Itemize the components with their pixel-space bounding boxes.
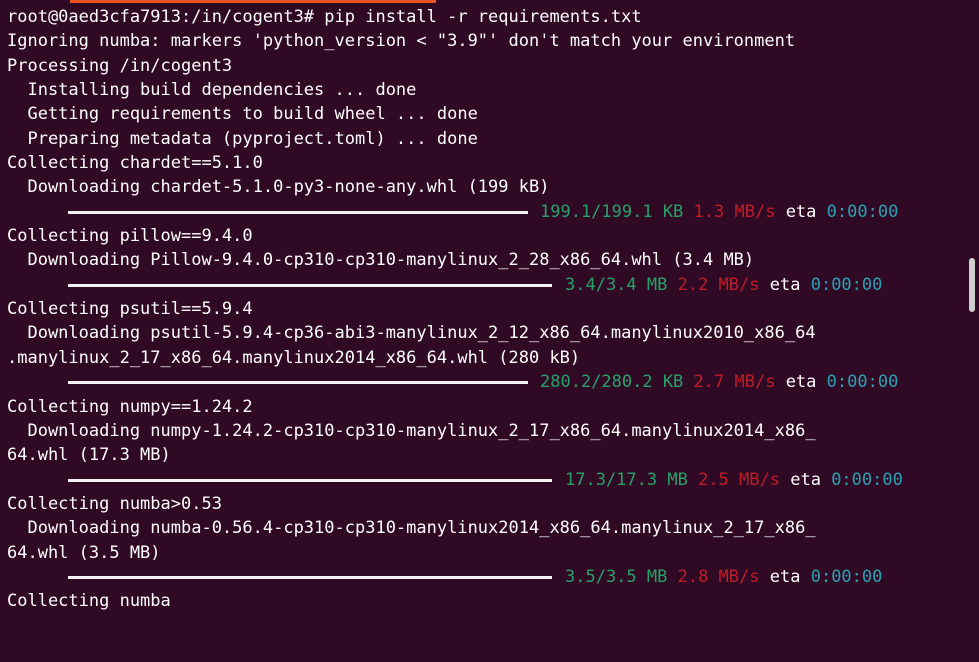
download-size: 3.5/3.5 MB [565,566,668,587]
download-speed: 2.8 MB/s [677,566,760,587]
download-size: 199.1/199.1 KB [540,201,684,222]
output-line: Processing /in/cogent3 [7,55,233,76]
progress-bar [68,210,528,214]
output-line: Collecting numba>0.53 [7,493,222,514]
output-line: Ignoring numba: markers 'python_version … [7,31,796,52]
progress-bar [68,381,528,385]
progress-bar [68,283,552,287]
output-line: 64.whl (17.3 MB) [7,445,171,466]
output-line: Preparing metadata (pyproject.toml) ... … [7,128,478,149]
output-line: Downloading numba-0.56.4-cp310-cp310-man… [7,518,816,539]
progress-stats: 3.5/3.5 MB 2.8 MB/s eta 0:00:00 [565,565,882,589]
terminal-tab-bar [0,0,979,3]
output-line: Downloading numpy-1.24.2-cp310-cp310-man… [7,420,816,441]
download-size: 17.3/17.3 MB [565,469,688,490]
eta-time: 0:00:00 [810,566,883,587]
download-size: 3.4/3.4 MB [565,274,668,295]
download-speed: 2.2 MB/s [677,274,760,295]
eta-time: 0:00:00 [810,274,883,295]
output-line: Collecting numba [7,591,171,612]
eta-label: eta [769,274,801,295]
command-line: root@0aed3cfa7913:/in/cogent3# pip insta… [7,7,642,27]
output-line: Downloading psutil-5.9.4-cp36-abi3-manyl… [7,323,816,344]
progress-bar [68,478,552,482]
output-line: Collecting numpy==1.24.2 [7,396,253,417]
progress-bar-fill [68,283,552,287]
progress-bar-fill [68,210,528,214]
terminal-output[interactable]: root@0aed3cfa7913:/in/cogent3# pip insta… [0,5,970,614]
eta-time: 0:00:00 [831,469,903,490]
progress-bar-fill [68,575,552,579]
download-progress-row: 199.1/199.1 KB 1.3 MB/s eta 0:00:00 [0,200,970,224]
eta-label: eta [769,566,801,587]
download-speed: 1.3 MB/s [693,201,776,222]
active-tab-indicator[interactable] [70,0,436,3]
output-line: 64.whl (3.5 MB) [7,542,161,563]
eta-time: 0:00:00 [826,372,899,393]
output-line: Downloading chardet-5.1.0-py3-none-any.w… [7,177,550,198]
progress-stats: 280.2/280.2 KB 2.7 MB/s eta 0:00:00 [540,370,898,394]
download-size: 280.2/280.2 KB [540,372,684,393]
output-line: Collecting pillow==9.4.0 [7,226,253,247]
download-speed: 2.5 MB/s [698,469,780,490]
eta-time: 0:00:00 [826,201,899,222]
eta-label: eta [785,201,817,222]
progress-bar [68,575,552,579]
download-progress-row: 3.4/3.4 MB 2.2 MB/s eta 0:00:00 [0,273,970,297]
download-speed: 2.7 MB/s [693,372,776,393]
progress-stats: 3.4/3.4 MB 2.2 MB/s eta 0:00:00 [565,273,882,297]
eta-label: eta [790,469,821,490]
output-line: Downloading Pillow-9.4.0-cp310-cp310-man… [7,250,755,271]
output-line: Collecting chardet==5.1.0 [7,153,263,174]
download-progress-row: 3.5/3.5 MB 2.8 MB/s eta 0:00:00 [0,565,970,589]
output-line: Collecting psutil==5.9.4 [7,299,253,320]
eta-label: eta [785,372,817,393]
progress-bar-fill [68,381,528,385]
output-line: .manylinux_2_17_x86_64.manylinux2014_x86… [7,347,581,368]
scrollbar-thumb[interactable] [969,258,975,312]
progress-stats: 199.1/199.1 KB 1.3 MB/s eta 0:00:00 [540,200,898,224]
progress-stats: 17.3/17.3 MB 2.5 MB/s eta 0:00:00 [565,468,903,492]
progress-bar-fill [68,478,552,482]
download-progress-row: 17.3/17.3 MB 2.5 MB/s eta 0:00:00 [0,468,970,492]
output-line: Getting requirements to build wheel ... … [7,104,478,125]
output-line: Installing build dependencies ... done [7,80,417,101]
download-progress-row: 280.2/280.2 KB 2.7 MB/s eta 0:00:00 [0,370,970,394]
